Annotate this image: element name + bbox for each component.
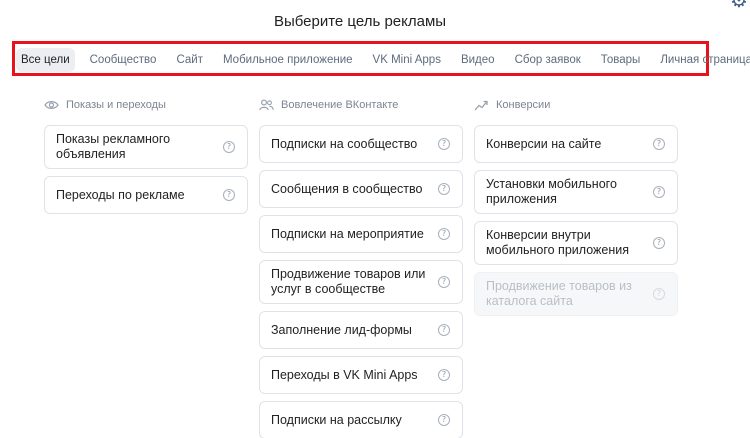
column-engagement: Вовлечение ВКонтакте Подписки на сообщес… (259, 96, 463, 438)
tab-lead-collection[interactable]: Сбор заявок (510, 48, 586, 72)
trend-icon (474, 98, 490, 112)
tab-vk-mini-apps[interactable]: VK Mini Apps (368, 48, 446, 72)
help-icon[interactable]: ? (438, 324, 450, 336)
goal-card-community-subscriptions[interactable]: Подписки на сообщество ? (259, 125, 463, 163)
page-title: Выберите цель рекламы (273, 13, 447, 30)
tab-mobile-app[interactable]: Мобильное приложение (218, 48, 358, 72)
help-icon[interactable]: ? (223, 189, 235, 201)
goal-card-app-installs[interactable]: Установки мобильного приложения ? (474, 170, 678, 214)
goal-card-label: Конверсии внутри мобильного приложения (486, 228, 629, 257)
goal-card-label: Заполнение лид-формы (271, 322, 412, 337)
goal-card-newsletter-subscriptions[interactable]: Подписки на рассылку ? (259, 401, 463, 438)
goal-card-mini-apps-clicks[interactable]: Переходы в VK Mini Apps ? (259, 356, 463, 394)
column-header: Конверсии (474, 96, 678, 114)
column-title: Конверсии (496, 99, 551, 111)
help-icon[interactable]: ? (438, 414, 450, 426)
column-header: Показы и переходы (44, 96, 248, 114)
goal-card-label: Показы рекламного объявления (56, 132, 171, 161)
column-title: Показы и переходы (66, 99, 166, 111)
column-title: Вовлечение ВКонтакте (281, 99, 399, 111)
tab-products[interactable]: Товары (596, 48, 646, 72)
goal-card-product-promotion[interactable]: Продвижение товаров или услуг в сообщест… (259, 260, 463, 304)
goal-card-label: Конверсии на сайте (486, 136, 602, 151)
tab-all-goals[interactable]: Все цели (16, 48, 75, 72)
goal-card-label: Подписки на рассылку (271, 412, 402, 427)
help-icon[interactable]: ? (438, 276, 450, 288)
column-header: Вовлечение ВКонтакте (259, 96, 463, 114)
tab-community[interactable]: Сообщество (85, 48, 162, 72)
users-icon (259, 98, 275, 112)
goal-tabs: Все цели Сообщество Сайт Мобильное прило… (16, 48, 750, 72)
help-icon[interactable]: ? (438, 369, 450, 381)
help-icon[interactable]: ? (223, 141, 235, 153)
tab-video[interactable]: Видео (456, 48, 500, 72)
tab-site[interactable]: Сайт (171, 48, 208, 72)
goal-card-community-messages[interactable]: Сообщения в сообщество ? (259, 170, 463, 208)
help-icon[interactable]: ? (653, 186, 665, 198)
goal-card-label: Сообщения в сообщество (271, 181, 423, 196)
goal-card-ad-impressions[interactable]: Показы рекламного объявления ? (44, 125, 248, 169)
goal-card-label: Подписки на мероприятие (271, 226, 424, 241)
tab-personal-page[interactable]: Личная страница (655, 48, 750, 72)
goal-card-label: Установки мобильного приложения (486, 177, 617, 206)
column-conversions: Конверсии Конверсии на сайте ? Установки… (474, 96, 678, 323)
goal-card-in-app-conversions[interactable]: Конверсии внутри мобильного приложения ? (474, 221, 678, 265)
help-icon: ? (653, 288, 665, 300)
goal-card-site-conversions[interactable]: Конверсии на сайте ? (474, 125, 678, 163)
goal-card-ad-clicks[interactable]: Переходы по рекламе ? (44, 176, 248, 214)
goal-card-catalog-promotion: Продвижение товаров из каталога сайта ? (474, 272, 678, 316)
goal-card-lead-form[interactable]: Заполнение лид-формы ? (259, 311, 463, 349)
goal-card-label: Продвижение товаров из каталога сайта (486, 279, 632, 308)
goal-card-label: Подписки на сообщество (271, 136, 418, 151)
goal-card-event-subscriptions[interactable]: Подписки на мероприятие ? (259, 215, 463, 253)
eye-icon (44, 98, 60, 112)
help-icon[interactable]: ? (438, 138, 450, 150)
help-icon[interactable]: ? (438, 228, 450, 240)
column-impressions: Показы и переходы Показы рекламного объя… (44, 96, 248, 221)
goal-card-label: Переходы по рекламе (56, 187, 185, 202)
help-icon[interactable]: ? (438, 183, 450, 195)
goal-card-label: Продвижение товаров или услуг в сообщест… (271, 267, 426, 296)
help-icon[interactable]: ? (653, 138, 665, 150)
goal-selection-page: ⚙ Выберите цель рекламы Все цели Сообщес… (0, 0, 750, 438)
gear-icon[interactable]: ⚙ (728, 0, 750, 12)
help-icon[interactable]: ? (653, 237, 665, 249)
goal-card-label: Переходы в VK Mini Apps (271, 367, 418, 382)
